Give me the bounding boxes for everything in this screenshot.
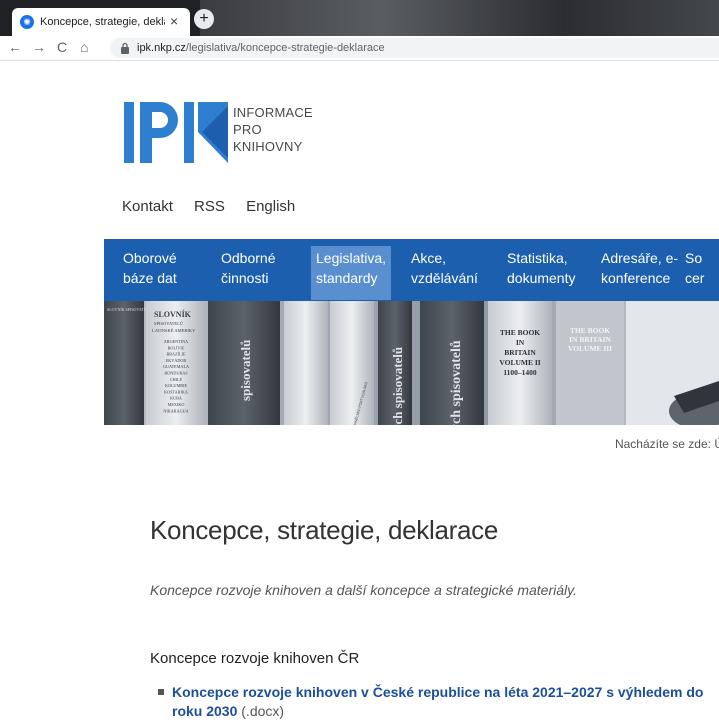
browser-toolbar: ← → C ⌂ ipk.nkp.cz/legislativa/koncepce-… <box>0 36 719 61</box>
nav-item-statistika[interactable]: Statistika, dokumenty <box>502 246 580 300</box>
banner-text: BRITAIN <box>504 348 536 357</box>
logo-wordmark: INFORMACE PRO KNIHOVNY <box>233 104 333 155</box>
nav-label: Oborové <box>123 250 177 266</box>
nav-label: Statistika, <box>507 250 568 266</box>
nav-label: dokumenty <box>507 270 576 286</box>
breadcrumb: Nacházíte se zde: Ú <box>614 437 719 451</box>
banner-text: EKVÁDOR <box>166 358 187 363</box>
bullet-icon <box>158 689 164 695</box>
tab-title: Koncepce, strategie, deklarace – <box>40 16 165 28</box>
document-list: Koncepce rozvoje knihoven v České republ… <box>156 683 716 721</box>
banner-text: MEXIKO <box>168 402 185 407</box>
banner-text: KOLUMBIE <box>165 383 188 388</box>
nav-label: Akce, <box>411 250 447 266</box>
nav-label: vzdělávání <box>411 270 478 286</box>
nav-label: So <box>685 250 703 266</box>
forward-arrow-icon[interactable]: → <box>32 39 46 55</box>
banner-text: THE BOOK <box>500 328 540 337</box>
page-left-margin <box>0 61 104 728</box>
nav-label: Legislativa, <box>316 250 387 266</box>
banner-text: ých spisovatelů <box>449 340 464 425</box>
url-path: /legislativa/koncepce-strategie-deklarac… <box>185 42 385 54</box>
top-links: Kontakt RSS English <box>122 198 312 215</box>
nav-item-cut-off[interactable]: So cer <box>680 246 709 300</box>
link-english[interactable]: English <box>246 198 295 215</box>
banner-text: spisovatelů <box>238 340 253 401</box>
nav-item-oborove-baze[interactable]: Oborové báze dat <box>118 246 182 300</box>
books-illustration: SLOVNÍK SPISOVATELŮ SLOVNÍK SPISOVATELŮ … <box>104 301 719 425</box>
browser-tab[interactable]: ✺ Koncepce, strategie, deklarace – × <box>12 8 190 36</box>
banner-text: THE BOOK <box>570 326 610 335</box>
link-kontakt[interactable]: Kontakt <box>122 198 173 215</box>
favicon-icon: ✺ <box>20 15 34 29</box>
link-rss[interactable]: RSS <box>194 198 225 215</box>
logo-line-3: KNIHOVNY <box>233 139 303 154</box>
nav-label: standardy <box>316 270 378 286</box>
reload-icon[interactable]: C <box>57 39 67 55</box>
logo-line-1: INFORMACE <box>233 105 313 120</box>
banner-britain-volume-ii: THE BOOKINBRITAINVOLUME II1100–1400 <box>499 328 540 377</box>
page-lead-text: Koncepce rozvoje knihoven a další koncep… <box>150 582 577 598</box>
url-text: ipk.nkp.cz/legislativa/koncepce-strategi… <box>137 42 385 54</box>
nav-label: cer <box>685 270 705 286</box>
books-banner-image: SLOVNÍK SPISOVATELŮ SLOVNÍK SPISOVATELŮ … <box>104 301 719 425</box>
banner-text: IN <box>516 338 525 347</box>
banner-text: IN BRITAIN <box>569 335 611 344</box>
nav-label: Odborné <box>221 250 276 266</box>
nav-item-akce[interactable]: Akce, vzdělávání <box>406 246 483 300</box>
nav-item-adresare[interactable]: Adresáře, e- konference <box>596 246 683 300</box>
address-bar[interactable]: ipk.nkp.cz/legislativa/koncepce-strategi… <box>110 38 719 58</box>
banner-text: SLOVNÍK SPISOVATELŮ <box>107 307 152 312</box>
banner-text: LATINSKÉ AMERIKY <box>152 328 196 333</box>
banner-text: BOLÍVIE <box>168 345 185 350</box>
nav-label: Adresáře, e- <box>601 250 679 266</box>
home-icon[interactable]: ⌂ <box>80 39 88 55</box>
logo-line-2: PRO <box>233 122 262 137</box>
banner-text: BRAZÍLIE <box>166 352 186 357</box>
banner-text: VOLUME III <box>568 344 612 353</box>
nav-label: konference <box>601 270 671 286</box>
banner-text: KUBA <box>170 396 182 401</box>
page-title: Koncepce, strategie, deklarace <box>150 515 498 545</box>
close-tab-icon[interactable]: × <box>170 13 178 29</box>
banner-text: 1100–1400 <box>503 368 537 377</box>
banner-text: ých spisovatelů <box>390 347 405 425</box>
banner-text: SPISOVATELŮ <box>154 321 184 326</box>
nav-item-legislativa[interactable]: Legislativa, standardy <box>311 246 392 300</box>
lock-icon <box>121 42 129 54</box>
banner-text: SLOVNÍK <box>154 309 192 319</box>
tab-strip-background <box>200 0 719 36</box>
back-arrow-icon[interactable]: ← <box>8 39 22 55</box>
browser-tab-strip: ✺ Koncepce, strategie, deklarace – × + <box>0 0 719 36</box>
banner-text: ARGENTINA <box>164 339 188 344</box>
banner-text: VOLUME II <box>499 358 540 367</box>
document-file-type: (.docx) <box>237 703 285 719</box>
banner-text: GUATEMALA <box>163 364 189 369</box>
url-domain: ipk.nkp.cz <box>137 42 186 54</box>
new-tab-button[interactable]: + <box>194 9 214 29</box>
banner-text: KOSTARIKA <box>164 389 188 394</box>
banner-britain-volume-iii: THE BOOKIN BRITAINVOLUME III <box>568 326 612 353</box>
nav-item-odborne-cinnosti[interactable]: Odborné činnosti <box>216 246 280 300</box>
nav-label: báze dat <box>123 270 177 286</box>
nav-label: činnosti <box>221 270 269 286</box>
main-navigation: Oborové báze dat Odborné činnosti Legisl… <box>104 239 719 301</box>
section-heading: Koncepce rozvoje knihoven ČR <box>150 650 360 667</box>
banner-text: HONDURAS <box>164 371 188 376</box>
banner-text: NIKARAGUA <box>163 408 188 413</box>
list-item: Koncepce rozvoje knihoven v České republ… <box>156 683 716 721</box>
banner-text: CHILE <box>170 377 183 382</box>
